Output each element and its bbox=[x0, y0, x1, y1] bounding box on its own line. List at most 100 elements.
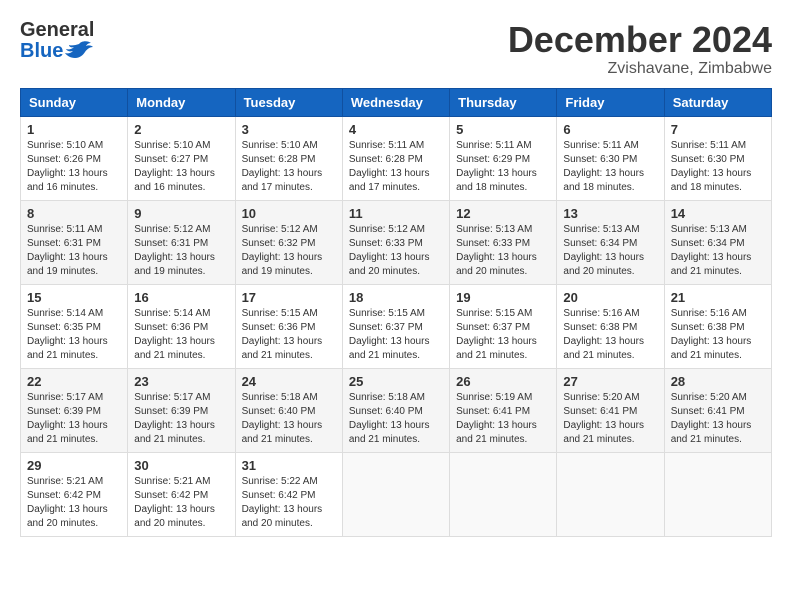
calendar-table: SundayMondayTuesdayWednesdayThursdayFrid… bbox=[20, 88, 772, 537]
calendar-week-row: 8 Sunrise: 5:11 AMSunset: 6:31 PMDaylight… bbox=[21, 200, 772, 284]
calendar-cell bbox=[450, 452, 557, 536]
logo-blue: Blue bbox=[20, 41, 63, 61]
calendar-cell: 28Sunrise: 5:20 AMSunset: 6:41 PMDayligh… bbox=[664, 368, 771, 452]
day-number: 15 bbox=[27, 290, 121, 305]
calendar-cell: 16 Sunrise: 5:14 AMSunset: 6:36 PMDayligh… bbox=[128, 284, 235, 368]
day-number: 14 bbox=[671, 206, 765, 221]
day-detail: Sunrise: 5:12 AMSunset: 6:32 PMDaylight:… bbox=[242, 223, 336, 279]
day-detail: Sunrise: 5:10 AMSunset: 6:28 PMDaylight:… bbox=[242, 139, 336, 195]
calendar-cell: 24Sunrise: 5:18 AMSunset: 6:40 PMDayligh… bbox=[235, 368, 342, 452]
day-detail: Sunrise: 5:13 AMSunset: 6:33 PMDaylight:… bbox=[456, 223, 550, 279]
day-detail: Sunrise: 5:17 AMSunset: 6:39 PMDaylight:… bbox=[134, 391, 228, 447]
calendar-cell: 11Sunrise: 5:12 AMSunset: 6:33 PMDayligh… bbox=[342, 200, 449, 284]
day-detail: Sunrise: 5:13 AMSunset: 6:34 PMDaylight:… bbox=[563, 223, 657, 279]
location-title: Zvishavane, Zimbabwe bbox=[508, 60, 772, 78]
calendar-cell: 12Sunrise: 5:13 AMSunset: 6:33 PMDayligh… bbox=[450, 200, 557, 284]
calendar-cell: 7 Sunrise: 5:11 AMSunset: 6:30 PMDaylight… bbox=[664, 116, 771, 200]
day-detail: Sunrise: 5:10 AMSunset: 6:26 PMDaylight:… bbox=[27, 139, 121, 195]
day-number: 29 bbox=[27, 458, 121, 473]
calendar-cell: 20 Sunrise: 5:16 AMSunset: 6:38 PMDayligh… bbox=[557, 284, 664, 368]
day-detail: Sunrise: 5:19 AMSunset: 6:41 PMDaylight:… bbox=[456, 391, 550, 447]
calendar-cell: 14Sunrise: 5:13 AMSunset: 6:34 PMDayligh… bbox=[664, 200, 771, 284]
calendar-cell: 17 Sunrise: 5:15 AMSunset: 6:36 PMDayligh… bbox=[235, 284, 342, 368]
day-number: 1 bbox=[27, 122, 121, 137]
day-detail: Sunrise: 5:11 AMSunset: 6:31 PMDaylight:… bbox=[27, 223, 121, 279]
day-detail: Sunrise: 5:12 AMSunset: 6:31 PMDaylight:… bbox=[134, 223, 228, 279]
day-number: 27 bbox=[563, 374, 657, 389]
calendar-cell: 6 Sunrise: 5:11 AMSunset: 6:30 PMDaylight… bbox=[557, 116, 664, 200]
day-number: 31 bbox=[242, 458, 336, 473]
calendar-cell: 19 Sunrise: 5:15 AMSunset: 6:37 PMDayligh… bbox=[450, 284, 557, 368]
calendar-cell: 30Sunrise: 5:21 AMSunset: 6:42 PMDayligh… bbox=[128, 452, 235, 536]
calendar-header-row: SundayMondayTuesdayWednesdayThursdayFrid… bbox=[21, 88, 772, 116]
day-number: 19 bbox=[456, 290, 550, 305]
day-detail: Sunrise: 5:11 AMSunset: 6:30 PMDaylight:… bbox=[563, 139, 657, 195]
calendar-cell bbox=[342, 452, 449, 536]
day-number: 20 bbox=[563, 290, 657, 305]
day-number: 2 bbox=[134, 122, 228, 137]
day-detail: Sunrise: 5:20 AMSunset: 6:41 PMDaylight:… bbox=[563, 391, 657, 447]
calendar-cell: 27 Sunrise: 5:20 AMSunset: 6:41 PMDayligh… bbox=[557, 368, 664, 452]
calendar-title-area: December 2024 Zvishavane, Zimbabwe bbox=[508, 20, 772, 78]
calendar-cell: 3 Sunrise: 5:10 AMSunset: 6:28 PMDaylight… bbox=[235, 116, 342, 200]
day-detail: Sunrise: 5:16 AMSunset: 6:38 PMDaylight:… bbox=[563, 307, 657, 363]
day-detail: Sunrise: 5:18 AMSunset: 6:40 PMDaylight:… bbox=[349, 391, 443, 447]
month-title: December 2024 bbox=[508, 20, 772, 60]
calendar-cell: 18 Sunrise: 5:15 AMSunset: 6:37 PMDayligh… bbox=[342, 284, 449, 368]
day-number: 18 bbox=[349, 290, 443, 305]
calendar-cell: 26 Sunrise: 5:19 AMSunset: 6:41 PMDayligh… bbox=[450, 368, 557, 452]
calendar-cell: 10Sunrise: 5:12 AMSunset: 6:32 PMDayligh… bbox=[235, 200, 342, 284]
logo: General Blue bbox=[20, 20, 94, 62]
day-number: 3 bbox=[242, 122, 336, 137]
calendar-cell: 5 Sunrise: 5:11 AMSunset: 6:29 PMDaylight… bbox=[450, 116, 557, 200]
day-detail: Sunrise: 5:15 AMSunset: 6:36 PMDaylight:… bbox=[242, 307, 336, 363]
calendar-cell: 9Sunrise: 5:12 AMSunset: 6:31 PMDaylight… bbox=[128, 200, 235, 284]
day-number: 21 bbox=[671, 290, 765, 305]
calendar-cell bbox=[664, 452, 771, 536]
calendar-cell: 4Sunrise: 5:11 AMSunset: 6:28 PMDaylight… bbox=[342, 116, 449, 200]
day-number: 23 bbox=[134, 374, 228, 389]
column-header-sunday: Sunday bbox=[21, 88, 128, 116]
day-detail: Sunrise: 5:22 AMSunset: 6:42 PMDaylight:… bbox=[242, 475, 336, 531]
calendar-cell: 15Sunrise: 5:14 AMSunset: 6:35 PMDayligh… bbox=[21, 284, 128, 368]
column-header-friday: Friday bbox=[557, 88, 664, 116]
day-number: 26 bbox=[456, 374, 550, 389]
day-number: 22 bbox=[27, 374, 121, 389]
day-detail: Sunrise: 5:15 AMSunset: 6:37 PMDaylight:… bbox=[456, 307, 550, 363]
calendar-week-row: 15Sunrise: 5:14 AMSunset: 6:35 PMDayligh… bbox=[21, 284, 772, 368]
day-detail: Sunrise: 5:15 AMSunset: 6:37 PMDaylight:… bbox=[349, 307, 443, 363]
day-detail: Sunrise: 5:16 AMSunset: 6:38 PMDaylight:… bbox=[671, 307, 765, 363]
day-detail: Sunrise: 5:21 AMSunset: 6:42 PMDaylight:… bbox=[27, 475, 121, 531]
calendar-week-row: 22 Sunrise: 5:17 AMSunset: 6:39 PMDayligh… bbox=[21, 368, 772, 452]
calendar-week-row: 29 Sunrise: 5:21 AMSunset: 6:42 PMDayligh… bbox=[21, 452, 772, 536]
column-header-saturday: Saturday bbox=[664, 88, 771, 116]
day-number: 8 bbox=[27, 206, 121, 221]
day-number: 6 bbox=[563, 122, 657, 137]
calendar-cell: 31 Sunrise: 5:22 AMSunset: 6:42 PMDayligh… bbox=[235, 452, 342, 536]
day-detail: Sunrise: 5:14 AMSunset: 6:36 PMDaylight:… bbox=[134, 307, 228, 363]
day-detail: Sunrise: 5:11 AMSunset: 6:29 PMDaylight:… bbox=[456, 139, 550, 195]
day-detail: Sunrise: 5:11 AMSunset: 6:28 PMDaylight:… bbox=[349, 139, 443, 195]
day-number: 30 bbox=[134, 458, 228, 473]
day-number: 24 bbox=[242, 374, 336, 389]
calendar-cell: 25Sunrise: 5:18 AMSunset: 6:40 PMDayligh… bbox=[342, 368, 449, 452]
day-number: 17 bbox=[242, 290, 336, 305]
calendar-cell: 29 Sunrise: 5:21 AMSunset: 6:42 PMDayligh… bbox=[21, 452, 128, 536]
calendar-cell: 21 Sunrise: 5:16 AMSunset: 6:38 PMDayligh… bbox=[664, 284, 771, 368]
day-number: 7 bbox=[671, 122, 765, 137]
day-detail: Sunrise: 5:20 AMSunset: 6:41 PMDaylight:… bbox=[671, 391, 765, 447]
column-header-wednesday: Wednesday bbox=[342, 88, 449, 116]
day-number: 5 bbox=[456, 122, 550, 137]
day-number: 13 bbox=[563, 206, 657, 221]
day-number: 11 bbox=[349, 206, 443, 221]
calendar-cell bbox=[557, 452, 664, 536]
logo-bird-icon bbox=[65, 40, 93, 62]
day-detail: Sunrise: 5:10 AMSunset: 6:27 PMDaylight:… bbox=[134, 139, 228, 195]
day-detail: Sunrise: 5:11 AMSunset: 6:30 PMDaylight:… bbox=[671, 139, 765, 195]
page-header: General Blue December 2024 Zvishavane, Z… bbox=[20, 20, 772, 78]
day-number: 16 bbox=[134, 290, 228, 305]
calendar-cell: 8 Sunrise: 5:11 AMSunset: 6:31 PMDaylight… bbox=[21, 200, 128, 284]
calendar-cell: 2 Sunrise: 5:10 AMSunset: 6:27 PMDaylight… bbox=[128, 116, 235, 200]
logo-general: General bbox=[20, 20, 94, 40]
calendar-cell: 23 Sunrise: 5:17 AMSunset: 6:39 PMDayligh… bbox=[128, 368, 235, 452]
